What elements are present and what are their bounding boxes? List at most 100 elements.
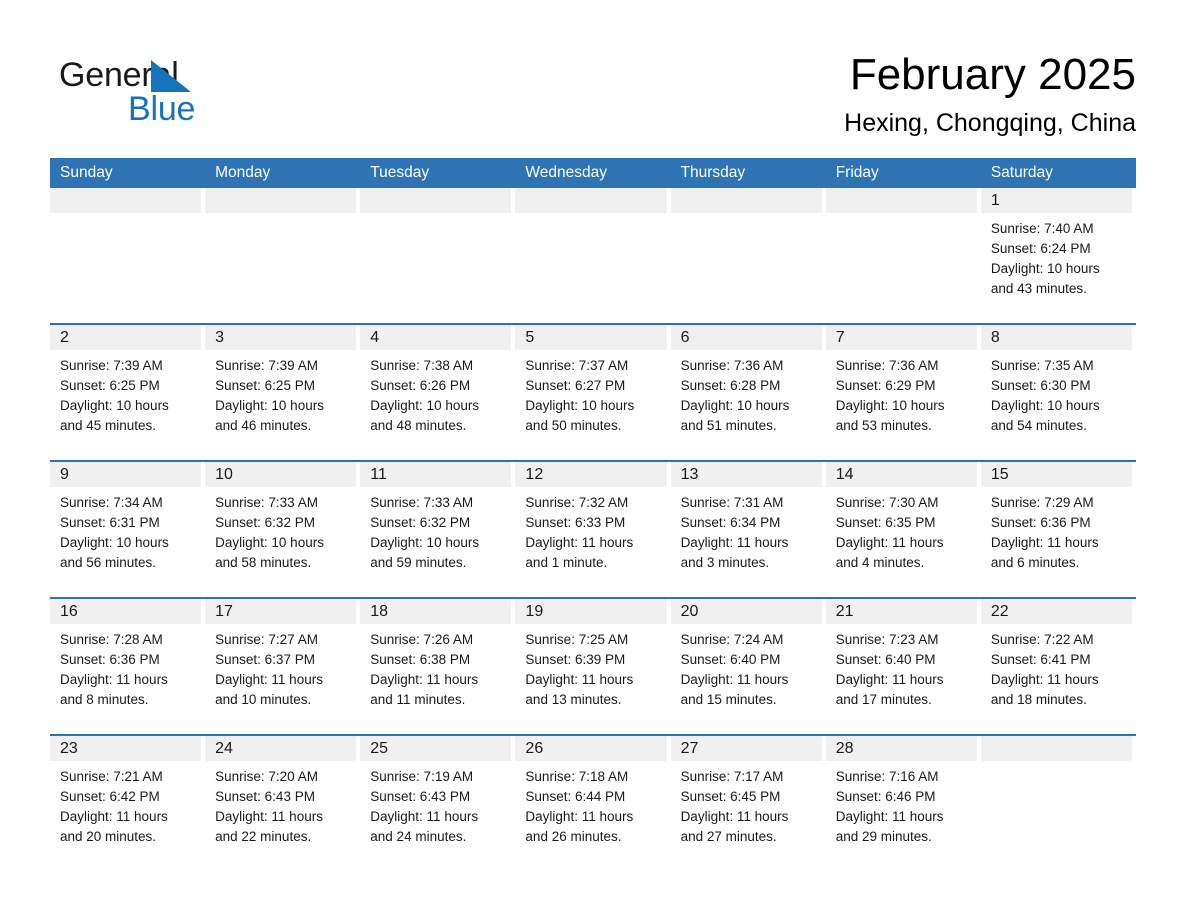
day-cell[interactable]: 5 Sunrise: 7:37 AM Sunset: 6:27 PM Dayli… bbox=[515, 325, 670, 460]
day-details: Sunrise: 7:32 AM Sunset: 6:33 PM Dayligh… bbox=[515, 487, 670, 573]
daylight-text-line1: Daylight: 11 hours bbox=[60, 809, 168, 824]
daylight-text-line1: Daylight: 11 hours bbox=[215, 672, 323, 687]
day-details: Sunrise: 7:23 AM Sunset: 6:40 PM Dayligh… bbox=[826, 624, 981, 710]
sunrise-text: Sunrise: 7:33 AM bbox=[215, 495, 318, 510]
day-cell[interactable]: 9 Sunrise: 7:34 AM Sunset: 6:31 PM Dayli… bbox=[50, 462, 205, 597]
day-details: Sunrise: 7:30 AM Sunset: 6:35 PM Dayligh… bbox=[826, 487, 981, 573]
day-details: Sunrise: 7:34 AM Sunset: 6:31 PM Dayligh… bbox=[50, 487, 205, 573]
day-number: 24 bbox=[215, 740, 233, 757]
day-cell[interactable]: 28 Sunrise: 7:16 AM Sunset: 6:46 PM Dayl… bbox=[825, 736, 981, 871]
sunset-text: Sunset: 6:34 PM bbox=[680, 515, 781, 530]
day-details: Sunrise: 7:25 AM Sunset: 6:39 PM Dayligh… bbox=[515, 624, 670, 710]
day-cell[interactable]: 22 Sunrise: 7:22 AM Sunset: 6:41 PM Dayl… bbox=[980, 599, 1136, 734]
sunrise-text: Sunrise: 7:30 AM bbox=[835, 495, 939, 510]
day-number-band: 27 bbox=[670, 736, 822, 761]
day-cell[interactable]: 1 Sunrise: 7:40 AM Sunset: 6:24 PM Dayli… bbox=[980, 188, 1136, 323]
sunset-text: Sunset: 6:46 PM bbox=[835, 789, 936, 804]
sunrise-text: Sunrise: 7:16 AM bbox=[835, 769, 939, 784]
daylight-text-line2: and 24 minutes. bbox=[370, 829, 467, 844]
day-number-band bbox=[980, 736, 1132, 761]
day-number: 12 bbox=[525, 466, 544, 483]
sunrise-text: Sunrise: 7:18 AM bbox=[525, 769, 629, 784]
day-details: Sunrise: 7:39 AM Sunset: 6:25 PM Dayligh… bbox=[205, 350, 360, 436]
week-row: 16 Sunrise: 7:28 AM Sunset: 6:36 PM Dayl… bbox=[50, 597, 1136, 734]
daylight-text-line2: and 4 minutes. bbox=[835, 555, 925, 570]
calendar-page: General Blue February 2025 Hexing, Chong… bbox=[0, 0, 1188, 918]
day-number-band: 26 bbox=[515, 736, 667, 761]
sunrise-text: Sunrise: 7:22 AM bbox=[990, 632, 1094, 647]
daylight-text-line2: and 20 minutes. bbox=[60, 829, 157, 844]
day-cell[interactable]: 13 Sunrise: 7:31 AM Sunset: 6:34 PM Dayl… bbox=[670, 462, 826, 597]
sunrise-text: Sunrise: 7:36 AM bbox=[835, 358, 939, 373]
day-number-band: 19 bbox=[515, 599, 667, 624]
day-number-band bbox=[825, 188, 977, 213]
day-details: Sunrise: 7:24 AM Sunset: 6:40 PM Dayligh… bbox=[671, 624, 826, 710]
day-number-band: 24 bbox=[205, 736, 357, 761]
daylight-text-line1: Daylight: 11 hours bbox=[525, 809, 634, 824]
day-number: 19 bbox=[525, 603, 544, 620]
day-cell[interactable]: 12 Sunrise: 7:32 AM Sunset: 6:33 PM Dayl… bbox=[515, 462, 670, 597]
location-subtitle: Hexing, Chongqing, China bbox=[844, 109, 1136, 137]
daylight-text-line1: Daylight: 11 hours bbox=[990, 535, 1099, 550]
day-cell[interactable]: 26 Sunrise: 7:18 AM Sunset: 6:44 PM Dayl… bbox=[515, 736, 670, 871]
sunset-text: Sunset: 6:32 PM bbox=[370, 515, 471, 530]
day-number-band: 11 bbox=[360, 462, 512, 487]
day-cell[interactable]: 24 Sunrise: 7:20 AM Sunset: 6:43 PM Dayl… bbox=[205, 736, 360, 871]
page-header: General Blue February 2025 Hexing, Chong… bbox=[0, 0, 1188, 155]
day-cell[interactable]: 7 Sunrise: 7:36 AM Sunset: 6:29 PM Dayli… bbox=[825, 325, 981, 460]
generalblue-logo[interactable]: General Blue bbox=[59, 55, 319, 135]
sunset-text: Sunset: 6:39 PM bbox=[525, 652, 626, 667]
sunrise-text: Sunrise: 7:29 AM bbox=[990, 495, 1094, 510]
day-cell[interactable]: 23 Sunrise: 7:21 AM Sunset: 6:42 PM Dayl… bbox=[50, 736, 205, 871]
day-cell bbox=[515, 188, 670, 323]
sunrise-text: Sunrise: 7:31 AM bbox=[680, 495, 784, 510]
daylight-text-line1: Daylight: 10 hours bbox=[370, 398, 480, 413]
day-cell[interactable]: 27 Sunrise: 7:17 AM Sunset: 6:45 PM Dayl… bbox=[670, 736, 826, 871]
day-details: Sunrise: 7:19 AM Sunset: 6:43 PM Dayligh… bbox=[360, 761, 515, 847]
day-number-band: 20 bbox=[670, 599, 822, 624]
week-row: 9 Sunrise: 7:34 AM Sunset: 6:31 PM Dayli… bbox=[50, 460, 1136, 597]
day-cell[interactable]: 3 Sunrise: 7:39 AM Sunset: 6:25 PM Dayli… bbox=[205, 325, 360, 460]
weekday-header-monday: Monday bbox=[215, 164, 271, 181]
day-cell[interactable]: 2 Sunrise: 7:39 AM Sunset: 6:25 PM Dayli… bbox=[50, 325, 205, 460]
daylight-text-line1: Daylight: 10 hours bbox=[215, 535, 324, 550]
sunset-text: Sunset: 6:40 PM bbox=[835, 652, 936, 667]
day-cell bbox=[205, 188, 360, 323]
weekday-header-friday: Friday bbox=[835, 164, 879, 181]
sunrise-text: Sunrise: 7:39 AM bbox=[215, 358, 318, 373]
sunrise-text: Sunrise: 7:39 AM bbox=[60, 358, 163, 373]
sunset-text: Sunset: 6:28 PM bbox=[680, 378, 781, 393]
day-details: Sunrise: 7:39 AM Sunset: 6:25 PM Dayligh… bbox=[50, 350, 205, 436]
day-cell[interactable]: 21 Sunrise: 7:23 AM Sunset: 6:40 PM Dayl… bbox=[825, 599, 981, 734]
day-number-band: 12 bbox=[515, 462, 667, 487]
daylight-text-line1: Daylight: 10 hours bbox=[525, 398, 635, 413]
day-number: 3 bbox=[215, 329, 225, 346]
day-cell[interactable]: 14 Sunrise: 7:30 AM Sunset: 6:35 PM Dayl… bbox=[825, 462, 981, 597]
day-cell[interactable]: 4 Sunrise: 7:38 AM Sunset: 6:26 PM Dayli… bbox=[360, 325, 515, 460]
day-cell[interactable]: 25 Sunrise: 7:19 AM Sunset: 6:43 PM Dayl… bbox=[360, 736, 515, 871]
day-cell[interactable]: 18 Sunrise: 7:26 AM Sunset: 6:38 PM Dayl… bbox=[360, 599, 515, 734]
day-details: Sunrise: 7:38 AM Sunset: 6:26 PM Dayligh… bbox=[360, 350, 515, 436]
day-cell[interactable]: 15 Sunrise: 7:29 AM Sunset: 6:36 PM Dayl… bbox=[980, 462, 1136, 597]
day-number-band: 28 bbox=[825, 736, 977, 761]
daylight-text-line2: and 48 minutes. bbox=[370, 418, 467, 433]
day-cell[interactable]: 8 Sunrise: 7:35 AM Sunset: 6:30 PM Dayli… bbox=[980, 325, 1136, 460]
day-cell[interactable]: 20 Sunrise: 7:24 AM Sunset: 6:40 PM Dayl… bbox=[670, 599, 826, 734]
day-number-band: 6 bbox=[670, 325, 822, 350]
daylight-text-line2: and 51 minutes. bbox=[680, 418, 777, 433]
day-cell[interactable]: 17 Sunrise: 7:27 AM Sunset: 6:37 PM Dayl… bbox=[205, 599, 360, 734]
day-cell[interactable]: 6 Sunrise: 7:36 AM Sunset: 6:28 PM Dayli… bbox=[670, 325, 826, 460]
sunset-text: Sunset: 6:41 PM bbox=[990, 652, 1091, 667]
day-cell[interactable]: 16 Sunrise: 7:28 AM Sunset: 6:36 PM Dayl… bbox=[50, 599, 205, 734]
sunrise-text: Sunrise: 7:27 AM bbox=[215, 632, 318, 647]
day-number: 7 bbox=[835, 329, 845, 346]
sunrise-text: Sunrise: 7:23 AM bbox=[835, 632, 939, 647]
day-details: Sunrise: 7:20 AM Sunset: 6:43 PM Dayligh… bbox=[205, 761, 360, 847]
week-row: 23 Sunrise: 7:21 AM Sunset: 6:42 PM Dayl… bbox=[50, 734, 1136, 871]
sunset-text: Sunset: 6:45 PM bbox=[680, 789, 781, 804]
day-cell[interactable]: 19 Sunrise: 7:25 AM Sunset: 6:39 PM Dayl… bbox=[515, 599, 670, 734]
daylight-text-line2: and 3 minutes. bbox=[680, 555, 770, 570]
day-cell[interactable]: 11 Sunrise: 7:33 AM Sunset: 6:32 PM Dayl… bbox=[360, 462, 515, 597]
day-cell[interactable]: 10 Sunrise: 7:33 AM Sunset: 6:32 PM Dayl… bbox=[205, 462, 360, 597]
daylight-text-line2: and 1 minute. bbox=[525, 555, 608, 570]
